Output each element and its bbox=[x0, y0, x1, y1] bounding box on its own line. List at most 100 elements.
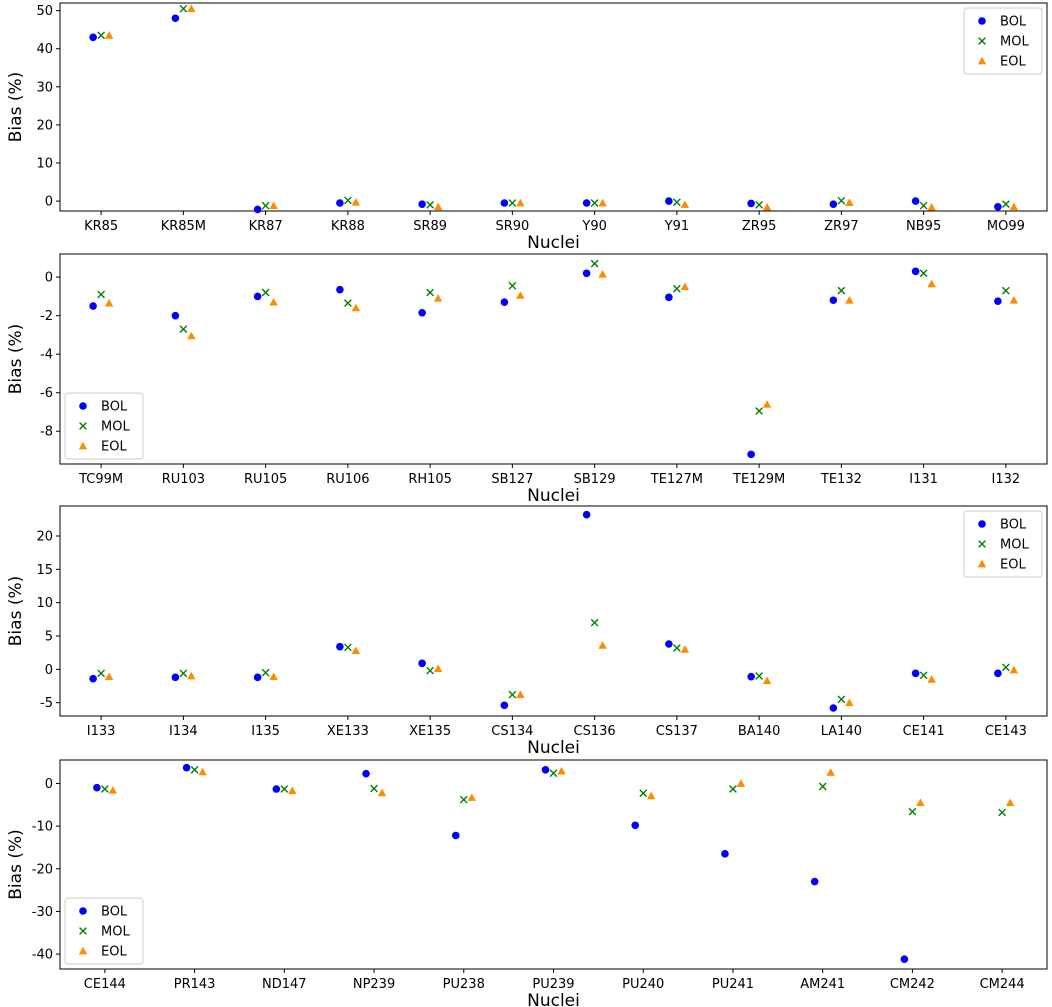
x-tick-label: KR85 bbox=[84, 219, 118, 234]
x-axis-label: Nuclei bbox=[527, 233, 580, 253]
x-tick-label: TC99M bbox=[78, 472, 123, 487]
data-point bbox=[179, 325, 188, 334]
y-axis-label: Bias (%) bbox=[6, 829, 26, 899]
x-tick-label: KR88 bbox=[331, 219, 365, 234]
data-point bbox=[1001, 286, 1010, 295]
x-tick-label: MO99 bbox=[987, 219, 1025, 234]
y-tick-label: -8 bbox=[40, 425, 53, 440]
x-tick-label: I132 bbox=[992, 472, 1021, 487]
data-point bbox=[1005, 798, 1015, 807]
data-point bbox=[1001, 663, 1010, 672]
data-point bbox=[729, 785, 737, 793]
data-point bbox=[100, 785, 109, 793]
data-point bbox=[343, 196, 352, 205]
data-point bbox=[911, 197, 920, 205]
data-point bbox=[451, 831, 460, 840]
x-tick-label: ND147 bbox=[262, 977, 307, 992]
data-point bbox=[377, 788, 387, 797]
data-point bbox=[916, 798, 925, 807]
data-point bbox=[829, 200, 838, 208]
data-point bbox=[919, 201, 928, 210]
legend-label-bol: BOL bbox=[101, 400, 128, 415]
data-point bbox=[253, 292, 262, 301]
legend-label-eol: EOL bbox=[101, 945, 127, 960]
legend-label-mol: MOL bbox=[1000, 35, 1029, 50]
data-point bbox=[747, 199, 755, 208]
data-point bbox=[590, 199, 599, 207]
x-tick-label: I131 bbox=[909, 472, 938, 487]
y-tick-label: -5 bbox=[40, 696, 53, 711]
data-point bbox=[994, 203, 1002, 211]
data-point bbox=[433, 294, 443, 302]
data-point bbox=[927, 279, 936, 288]
legend-label-mol: MOL bbox=[101, 925, 130, 940]
x-tick-label: KR85M bbox=[161, 219, 206, 234]
y-axis-label: Bias (%) bbox=[6, 72, 26, 142]
data-point bbox=[665, 293, 673, 302]
data-point bbox=[672, 284, 681, 293]
series-bol bbox=[89, 267, 1002, 459]
series-eol bbox=[104, 641, 1019, 707]
series-eol bbox=[104, 270, 1019, 408]
y-tick-label: 0 bbox=[45, 195, 53, 210]
x-tick-label: SR90 bbox=[495, 219, 529, 234]
series-eol bbox=[104, 4, 1019, 211]
y-tick-label: -40 bbox=[32, 948, 53, 963]
data-point bbox=[639, 789, 648, 798]
data-point bbox=[665, 197, 673, 205]
data-point bbox=[336, 642, 344, 651]
data-point bbox=[187, 4, 196, 13]
series-bol bbox=[89, 14, 1002, 214]
data-point bbox=[89, 33, 97, 42]
data-point bbox=[182, 763, 191, 772]
x-tick-label: PR143 bbox=[174, 977, 216, 992]
y-tick-label: 0 bbox=[45, 271, 53, 286]
legend-label-bol: BOL bbox=[1000, 518, 1027, 533]
y-tick-label: -10 bbox=[32, 820, 53, 835]
data-point bbox=[187, 331, 196, 340]
data-point bbox=[1009, 202, 1019, 211]
data-point bbox=[89, 674, 97, 683]
x-tick-label: CS136 bbox=[574, 724, 616, 739]
chart-panel-2: -8 -6 -4 -2 0 TC99M RU103 RU105 RU106 RH105 SB127 S… bbox=[6, 253, 1048, 506]
legend-label-eol: EOL bbox=[101, 440, 127, 455]
x-tick-label: KR87 bbox=[249, 219, 283, 234]
data-point bbox=[104, 672, 114, 681]
x-tick-label: BA140 bbox=[738, 724, 781, 739]
data-point bbox=[672, 644, 681, 652]
data-point bbox=[336, 199, 344, 207]
y-tick-label: 40 bbox=[36, 42, 53, 57]
legend-marker-bol bbox=[978, 17, 986, 25]
y-tick-label: -20 bbox=[32, 862, 53, 877]
chart-panel-3: -5 0 5 10 15 20 I133 I134 I135 XE133 XE135 CS134 CS1… bbox=[6, 505, 1048, 758]
data-point bbox=[500, 199, 509, 207]
data-point bbox=[541, 766, 550, 774]
x-tick-label: RH105 bbox=[408, 472, 452, 487]
data-point bbox=[919, 671, 928, 680]
data-point bbox=[911, 669, 920, 678]
x-tick-label: ZR95 bbox=[742, 219, 776, 234]
data-point bbox=[253, 205, 262, 214]
data-point bbox=[755, 672, 764, 680]
data-point bbox=[647, 791, 656, 800]
x-axis-label: Nuclei bbox=[527, 991, 580, 1007]
data-point bbox=[747, 672, 755, 681]
chart-panel-4: -40 -30 -20 -10 0 CE144 PR143 ND147 NP239 PU238 PU… bbox=[6, 759, 1048, 1007]
data-point bbox=[500, 298, 509, 306]
plot-frame bbox=[59, 2, 1048, 212]
data-point bbox=[598, 198, 607, 207]
x-tick-label: SR89 bbox=[413, 219, 447, 234]
data-point bbox=[190, 765, 199, 774]
data-point bbox=[818, 782, 827, 791]
data-point bbox=[269, 201, 278, 210]
y-tick-label: 5 bbox=[45, 630, 53, 645]
x-tick-label: CS134 bbox=[491, 724, 533, 739]
data-point bbox=[582, 510, 591, 519]
data-point bbox=[97, 669, 106, 678]
data-point bbox=[837, 196, 846, 205]
data-point bbox=[418, 308, 426, 317]
data-point bbox=[516, 198, 525, 207]
y-tick-label: 30 bbox=[36, 80, 53, 95]
data-point bbox=[261, 668, 270, 677]
data-point bbox=[762, 202, 772, 211]
